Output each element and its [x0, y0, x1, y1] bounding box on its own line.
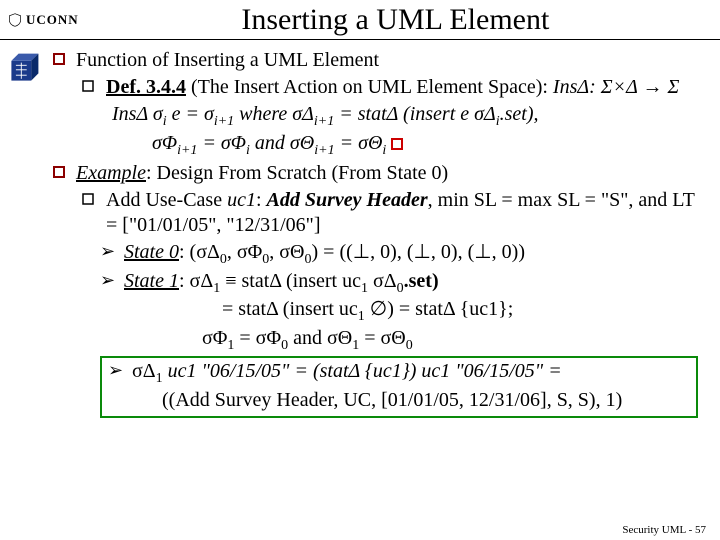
- state-0-line: ➢ State 0: (σΔ0, σΦ0, σΘ0) = ((⊥, 0), (⊥…: [100, 240, 698, 269]
- decorative-cube-icon: [6, 48, 42, 88]
- state-1-line: ➢ State 1: σΔ1 ≡ statΔ (insert uc1 σΔ0.s…: [100, 269, 698, 298]
- uconn-logo: UCONN: [8, 12, 79, 28]
- eq-line-2: σΦ1 = σΦ0 and σΘ1 = σΘ0: [202, 326, 698, 355]
- arrow-icon: ➢: [100, 240, 118, 269]
- def-text: Def. 3.4.4 (The Insert Action on UML Ele…: [106, 75, 679, 100]
- bullet-1-text: Function of Inserting a UML Element: [76, 48, 379, 73]
- bullet-1-sub: Def. 3.4.4 (The Insert Action on UML Ele…: [82, 75, 698, 100]
- ins-formula-line2: σΦi+1 = σΦi and σΘi+1 = σΘi: [152, 131, 698, 160]
- sub-text: Add Use-Case uc1: Add Survey Header, min…: [106, 188, 698, 238]
- state-0-text: State 0: (σΔ0, σΦ0, σΘ0) = ((⊥, 0), (⊥, …: [124, 240, 525, 269]
- slide-footer: Security UML - 57: [622, 524, 706, 536]
- boxed-result: ➢ σΔ1 uc1 "06/15/05" = (statΔ {uc1}) uc1…: [100, 356, 698, 418]
- sub-bullet-icon: [82, 192, 96, 238]
- state-1-text: State 1: σΔ1 ≡ statΔ (insert uc1 σΔ0.set…: [124, 269, 439, 298]
- slide-title: Inserting a UML Element: [79, 3, 712, 37]
- sub-bullet-icon: [82, 79, 96, 100]
- bullet-2-sub: Add Use-Case uc1: Add Survey Header, min…: [82, 188, 698, 238]
- qed-icon: [391, 138, 403, 150]
- logo-text: UCONN: [26, 12, 79, 28]
- arrow-icon: ➢: [108, 359, 126, 413]
- arrow-icon: ➢: [100, 269, 118, 298]
- shield-icon: [8, 13, 22, 27]
- eq-line-1: = statΔ (insert uc1 ∅) = statΔ {uc1};: [222, 297, 698, 326]
- bullet-2-text: Example: Design From Scratch (From State…: [76, 161, 448, 186]
- boxed-content: σΔ1 uc1 "06/15/05" = (statΔ {uc1}) uc1 "…: [132, 359, 690, 413]
- slide-content: Function of Inserting a UML Element Def.…: [0, 40, 720, 418]
- slide-header: UCONN Inserting a UML Element: [0, 0, 720, 40]
- bullet-2: Example: Design From Scratch (From State…: [52, 161, 698, 186]
- bullet-icon: [52, 161, 66, 186]
- ins-formula-line1: InsΔ σi e = σi+1 where σΔi+1 = statΔ (in…: [112, 102, 698, 131]
- bullet-icon: [52, 48, 66, 73]
- bullet-1: Function of Inserting a UML Element: [52, 48, 698, 73]
